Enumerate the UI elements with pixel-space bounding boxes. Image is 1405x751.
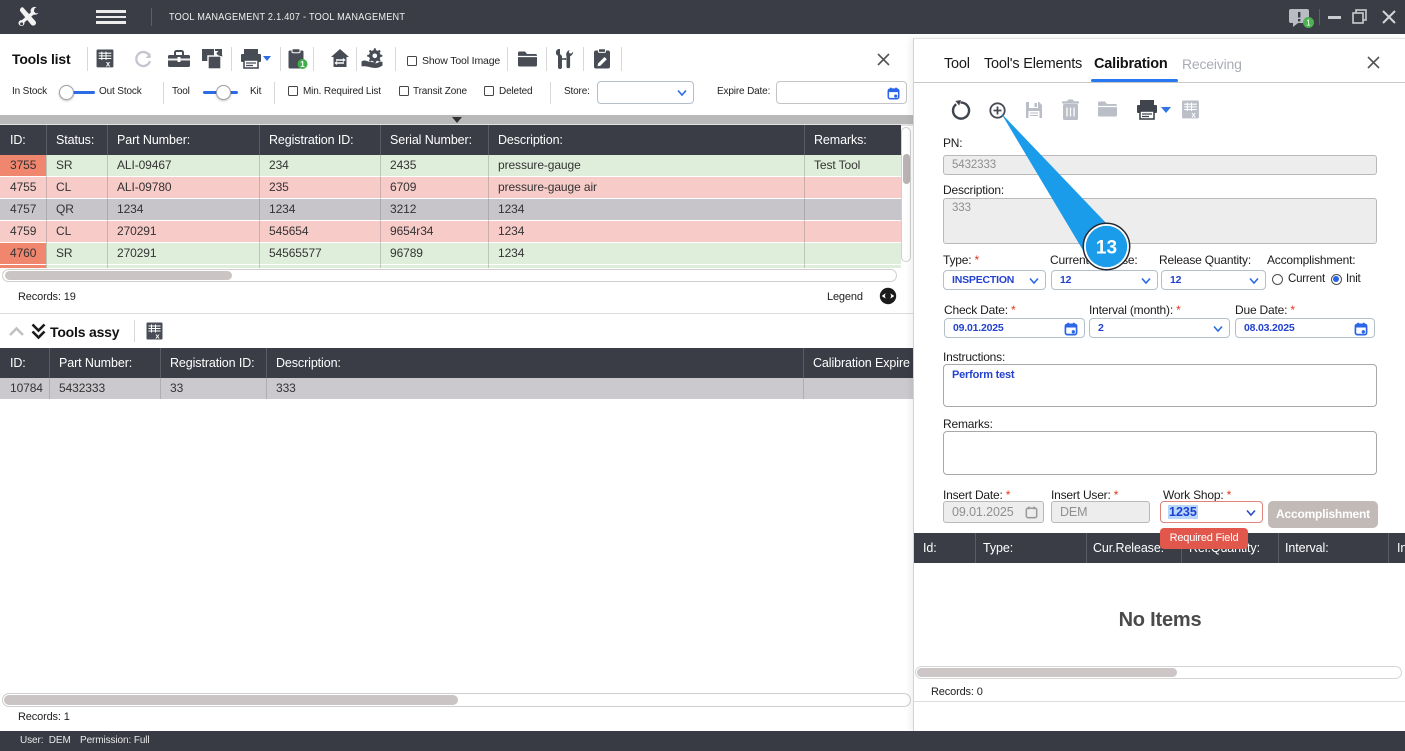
svg-text:x: x xyxy=(106,59,111,68)
svg-text:1: 1 xyxy=(1306,18,1311,28)
svg-text:x: x xyxy=(1191,110,1196,119)
svg-text:1: 1 xyxy=(300,60,305,69)
